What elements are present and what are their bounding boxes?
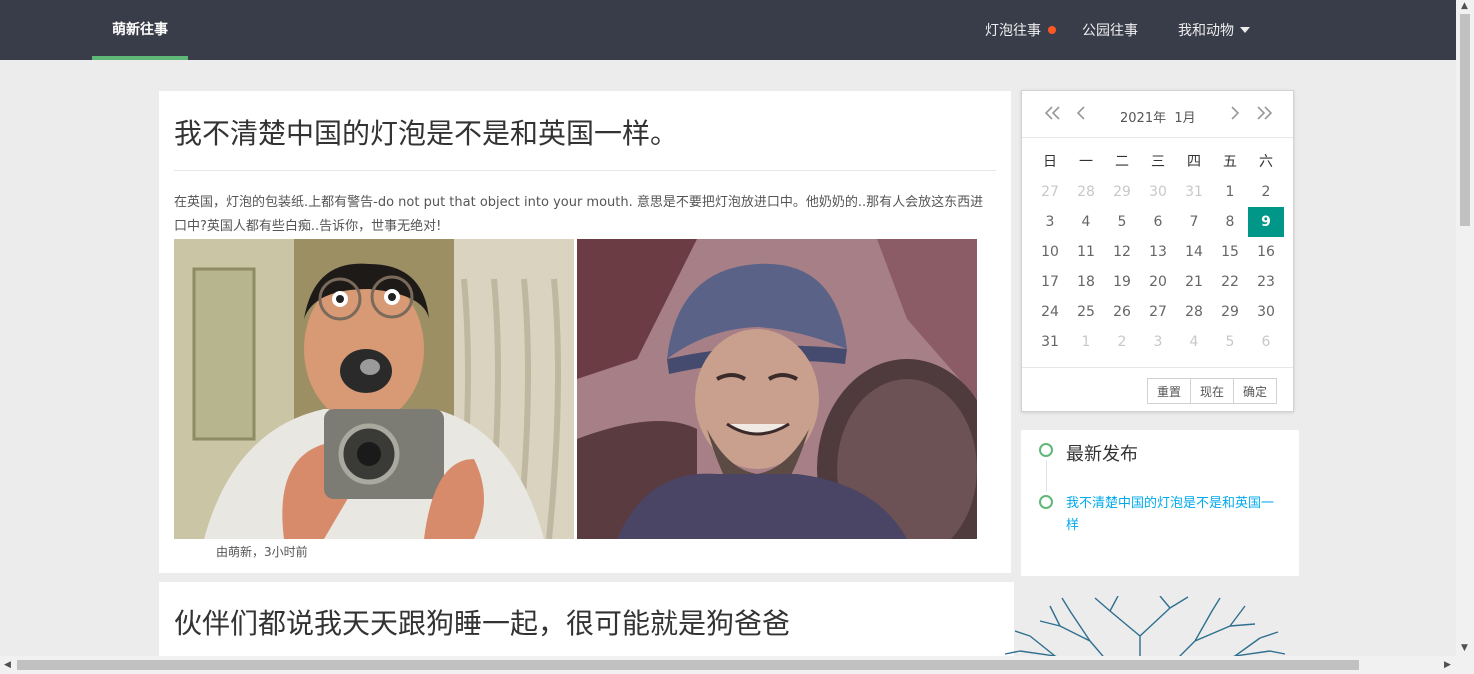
- calendar-day[interactable]: 28: [1176, 297, 1212, 327]
- post-title-2[interactable]: 伙伴们都说我天天跟狗睡一起，很可能就是狗爸爸: [174, 602, 790, 642]
- nav-item-park-stories[interactable]: 公园往事: [1082, 20, 1138, 40]
- calendar-day[interactable]: 15: [1212, 237, 1248, 267]
- calendar-year[interactable]: 2021年: [1120, 111, 1166, 126]
- calendar-day-other-month[interactable]: 2: [1104, 327, 1140, 357]
- weekday-header: 二: [1115, 154, 1129, 170]
- calendar-day-selected[interactable]: 9: [1248, 207, 1284, 237]
- calendar-day-other-month[interactable]: 27: [1032, 177, 1068, 207]
- timeline-node-icon: [1039, 443, 1053, 457]
- calendar-day[interactable]: 2: [1248, 177, 1284, 207]
- calendar-footer-divider: [1022, 367, 1293, 368]
- vertical-scroll-thumb[interactable]: [1460, 14, 1470, 226]
- calendar-day[interactable]: 26: [1104, 297, 1140, 327]
- calendar-day-other-month[interactable]: 1: [1068, 327, 1104, 357]
- calendar-day[interactable]: 8: [1212, 207, 1248, 237]
- calendar-day-other-month[interactable]: 4: [1176, 327, 1212, 357]
- latest-posts-heading: 最新发布: [1066, 444, 1138, 465]
- chevron-down-icon[interactable]: [1240, 27, 1250, 33]
- calendar-year-month[interactable]: 2021年 1月: [1120, 107, 1196, 126]
- reset-button[interactable]: 重置: [1147, 378, 1191, 404]
- calendar-day[interactable]: 18: [1068, 267, 1104, 297]
- post-byline: 由萌新，3小时前: [216, 545, 308, 559]
- nav-brand-tab[interactable]: 萌新往事: [92, 0, 188, 60]
- horizontal-scrollbar[interactable]: ◀ ▶: [0, 656, 1456, 674]
- calendar-day[interactable]: 25: [1068, 297, 1104, 327]
- calendar-month[interactable]: 1月: [1174, 111, 1195, 126]
- weekday-header: 五: [1223, 154, 1237, 170]
- top-navbar: 萌新往事 灯泡往事 公园往事 我和动物: [0, 0, 1456, 60]
- timeline-line: [1046, 460, 1047, 492]
- next-year-icon[interactable]: [1255, 103, 1275, 128]
- next-month-icon[interactable]: [1228, 103, 1242, 128]
- calendar-day[interactable]: 4: [1068, 207, 1104, 237]
- calendar-day[interactable]: 21: [1176, 267, 1212, 297]
- title-divider: [174, 170, 996, 171]
- calendar-day[interactable]: 16: [1248, 237, 1284, 267]
- calendar-day[interactable]: 30: [1248, 297, 1284, 327]
- post-photo-smiling-man[interactable]: [577, 239, 977, 539]
- notification-dot: [1048, 26, 1056, 34]
- calendar-day[interactable]: 6: [1140, 207, 1176, 237]
- weekday-header: 一: [1079, 154, 1093, 170]
- calendar-day-other-month[interactable]: 5: [1212, 327, 1248, 357]
- latest-post-link[interactable]: 我不清楚中国的灯泡是不是和英国一样: [1066, 493, 1286, 537]
- post-body: 在英国，灯泡的包装纸.上都有警告-do not put that object …: [174, 195, 984, 234]
- calendar-day[interactable]: 5: [1104, 207, 1140, 237]
- calendar-footer-buttons: 重置 现在 确定: [1147, 378, 1277, 404]
- calendar-day[interactable]: 31: [1032, 327, 1068, 357]
- nav-item-me-and-animals[interactable]: 我和动物: [1178, 20, 1234, 40]
- weekday-header: 日: [1043, 154, 1057, 170]
- calendar-day[interactable]: 19: [1104, 267, 1140, 297]
- nav-item-bulb-stories[interactable]: 灯泡往事: [985, 20, 1041, 40]
- calendar-day[interactable]: 12: [1104, 237, 1140, 267]
- calendar-day[interactable]: 27: [1140, 297, 1176, 327]
- now-button[interactable]: 现在: [1190, 378, 1234, 404]
- scroll-up-arrow-icon[interactable]: ▲: [1461, 2, 1468, 11]
- weekday-header: 四: [1187, 154, 1201, 170]
- calendar-day-other-month[interactable]: 28: [1068, 177, 1104, 207]
- vertical-scrollbar[interactable]: ▲ ▼: [1456, 0, 1474, 674]
- calendar-day[interactable]: 22: [1212, 267, 1248, 297]
- scroll-left-arrow-icon[interactable]: ◀: [4, 661, 11, 670]
- calendar-day[interactable]: 14: [1176, 237, 1212, 267]
- calendar-day[interactable]: 20: [1140, 267, 1176, 297]
- tree-illustration: [1000, 596, 1300, 656]
- calendar-day-other-month[interactable]: 3: [1140, 327, 1176, 357]
- timeline-node-icon: [1039, 495, 1053, 509]
- calendar-day[interactable]: 23: [1248, 267, 1284, 297]
- calendar-day-other-month[interactable]: 30: [1140, 177, 1176, 207]
- calendar-day[interactable]: 3: [1032, 207, 1068, 237]
- prev-month-icon[interactable]: [1074, 103, 1088, 128]
- horizontal-scroll-thumb[interactable]: [17, 660, 1359, 670]
- calendar-day[interactable]: 10: [1032, 237, 1068, 267]
- calendar-day[interactable]: 29: [1212, 297, 1248, 327]
- date-picker: 2021年 1月 日一二三四五六 27 28 29 30 31 1 2 3 4 5 6 7 8 9 10 11 1…: [1021, 90, 1294, 412]
- confirm-button[interactable]: 确定: [1233, 378, 1277, 404]
- calendar-day[interactable]: 7: [1176, 207, 1212, 237]
- calendar-day-other-month[interactable]: 6: [1248, 327, 1284, 357]
- weekday-header: 三: [1151, 154, 1165, 170]
- calendar-day-other-month[interactable]: 29: [1104, 177, 1140, 207]
- calendar-day[interactable]: 17: [1032, 267, 1068, 297]
- calendar-day[interactable]: 1: [1212, 177, 1248, 207]
- calendar-day[interactable]: 24: [1032, 297, 1068, 327]
- calendar-day-other-month[interactable]: 31: [1176, 177, 1212, 207]
- scroll-down-arrow-icon[interactable]: ▼: [1461, 644, 1468, 653]
- scroll-right-arrow-icon[interactable]: ▶: [1444, 661, 1451, 670]
- post-title[interactable]: 我不清楚中国的灯泡是不是和英国一样。: [174, 112, 678, 152]
- weekday-header: 六: [1259, 154, 1273, 170]
- calendar-day[interactable]: 13: [1140, 237, 1176, 267]
- prev-year-icon[interactable]: [1042, 103, 1062, 128]
- calendar-day[interactable]: 11: [1068, 237, 1104, 267]
- post-photo-bulb-man[interactable]: [174, 239, 574, 539]
- calendar-header: 2021年 1月: [1022, 91, 1293, 138]
